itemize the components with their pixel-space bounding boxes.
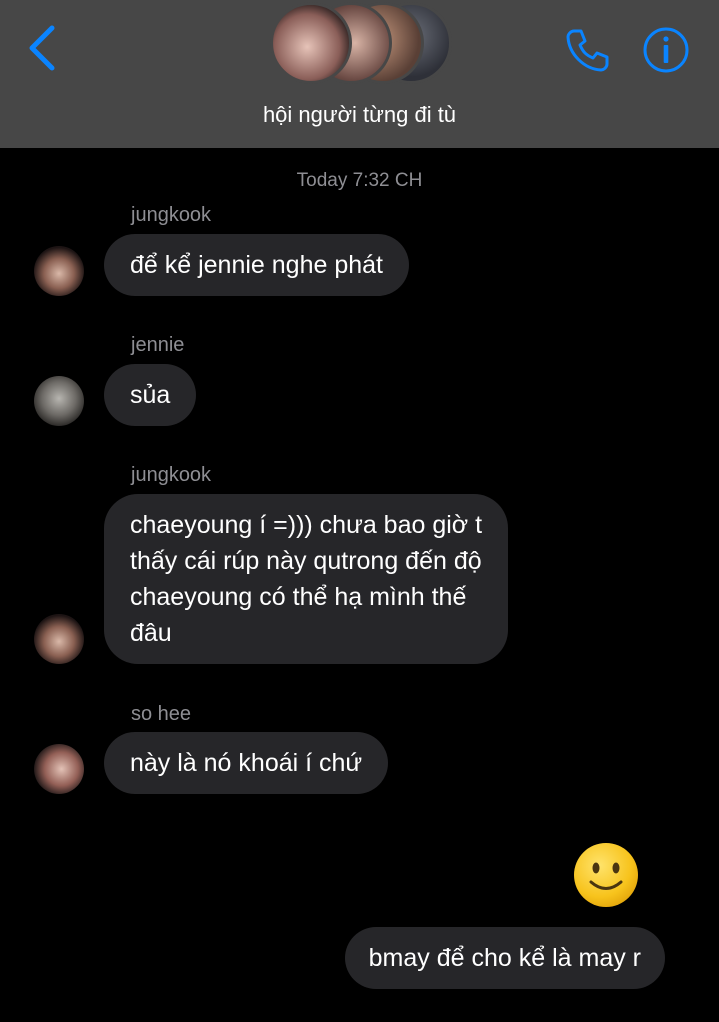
conversation-header: hội người từng đi tù [0, 0, 719, 148]
avatar[interactable] [34, 744, 84, 794]
smiley-face-icon [574, 843, 638, 907]
sender-name: jungkook [131, 464, 212, 486]
smiley-emoji-icon[interactable] [572, 841, 640, 909]
message-bubble[interactable]: để kể jennie nghe phát [104, 234, 409, 296]
back-button[interactable] [22, 22, 62, 74]
message-bubble[interactable]: chaeyoung í =))) chưa bao giờ t thấy cái… [104, 494, 509, 664]
message-line: chaeyoung í =))) chưa bao giờ t [130, 511, 483, 539]
avatar[interactable] [34, 246, 84, 296]
info-icon [643, 27, 689, 73]
call-button[interactable] [562, 25, 612, 75]
message-bubble[interactable]: này là nó khoái í chứ [104, 732, 389, 794]
timestamp: Today 7:32 CH [296, 170, 423, 191]
sender-name: jungkook [131, 204, 212, 226]
message-bubble[interactable]: sủa [104, 364, 197, 426]
phone-icon [566, 29, 609, 72]
chevron-left-icon [29, 25, 55, 71]
message-line: đâu [130, 619, 172, 647]
avatar[interactable] [34, 614, 84, 664]
sender-name: so hee [131, 703, 192, 725]
group-avatar-stack[interactable] [270, 2, 455, 90]
message-line: chaeyoung có thể hạ mình thế [130, 583, 467, 611]
message-line: thấy cái rúp này qutrong đến độ [130, 547, 482, 575]
group-member-avatar [270, 2, 352, 84]
info-button[interactable] [642, 26, 690, 74]
outgoing-message-bubble[interactable]: bmay để cho kể là may r [344, 927, 665, 989]
avatar[interactable] [34, 376, 84, 426]
sender-name: jennie [131, 334, 185, 356]
group-title[interactable]: hội người từng đi tù [0, 102, 719, 128]
